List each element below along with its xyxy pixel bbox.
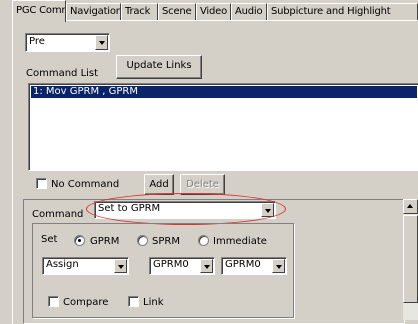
gprm-radio[interactable]: [74, 235, 85, 246]
tab-scene[interactable]: Scene: [158, 3, 196, 20]
link-label: Link: [143, 297, 164, 308]
scroll-thumb[interactable]: [403, 215, 418, 303]
no-command-checkbox[interactable]: [36, 178, 47, 189]
chevron-down-icon[interactable]: [114, 259, 127, 273]
link-checkbox[interactable]: [128, 296, 139, 307]
highlight-ring: [86, 193, 286, 225]
tab-strip: PGC Commands Navigation Track Scene Vide…: [0, 0, 418, 22]
command-list[interactable]: 1: Mov GPRM , GPRM: [28, 83, 418, 171]
no-command-label: No Command: [51, 179, 120, 190]
list-item[interactable]: 1: Mov GPRM , GPRM: [31, 86, 417, 98]
chevron-down-icon[interactable]: [95, 35, 108, 50]
delete-button[interactable]: Delete: [180, 174, 225, 195]
command-list-label: Command List: [26, 68, 99, 79]
immediate-radio[interactable]: [198, 235, 209, 246]
chevron-down-icon[interactable]: [272, 259, 285, 273]
compare-checkbox[interactable]: [48, 296, 59, 307]
scroll-up-icon[interactable]: [403, 199, 418, 214]
tab-pgc-commands[interactable]: PGC Commands: [12, 0, 66, 22]
immediate-radio-label: Immediate: [213, 236, 267, 247]
pre-post-value: Pre: [29, 36, 45, 47]
target-register-value: GPRM0: [153, 259, 189, 270]
source-register-select[interactable]: GPRM0: [221, 257, 287, 275]
command-label: Command: [32, 209, 84, 220]
editor-scrollbar[interactable]: [403, 199, 418, 320]
tab-video[interactable]: Video: [196, 3, 231, 20]
chevron-down-icon[interactable]: [200, 259, 213, 273]
tab-subpicture-highlight[interactable]: Subpicture and Highlight: [267, 3, 418, 20]
sprm-radio-label: SPRM: [152, 236, 180, 247]
tab-navigation[interactable]: Navigation: [66, 3, 121, 20]
pre-post-select[interactable]: Pre: [25, 33, 110, 52]
gprm-radio-label: GPRM: [90, 236, 120, 247]
operation-value: Assign: [46, 259, 79, 270]
sprm-radio[interactable]: [137, 235, 148, 246]
compare-label: Compare: [63, 297, 109, 308]
set-label: Set: [41, 234, 58, 245]
tab-track[interactable]: Track: [121, 3, 158, 20]
operation-select[interactable]: Assign: [42, 257, 129, 275]
target-register-select[interactable]: GPRM0: [149, 257, 215, 275]
add-button[interactable]: Add: [144, 174, 174, 195]
update-links-button[interactable]: Update Links: [116, 55, 202, 79]
tab-audio[interactable]: Audio: [231, 3, 267, 20]
source-register-value: GPRM0: [225, 259, 261, 270]
